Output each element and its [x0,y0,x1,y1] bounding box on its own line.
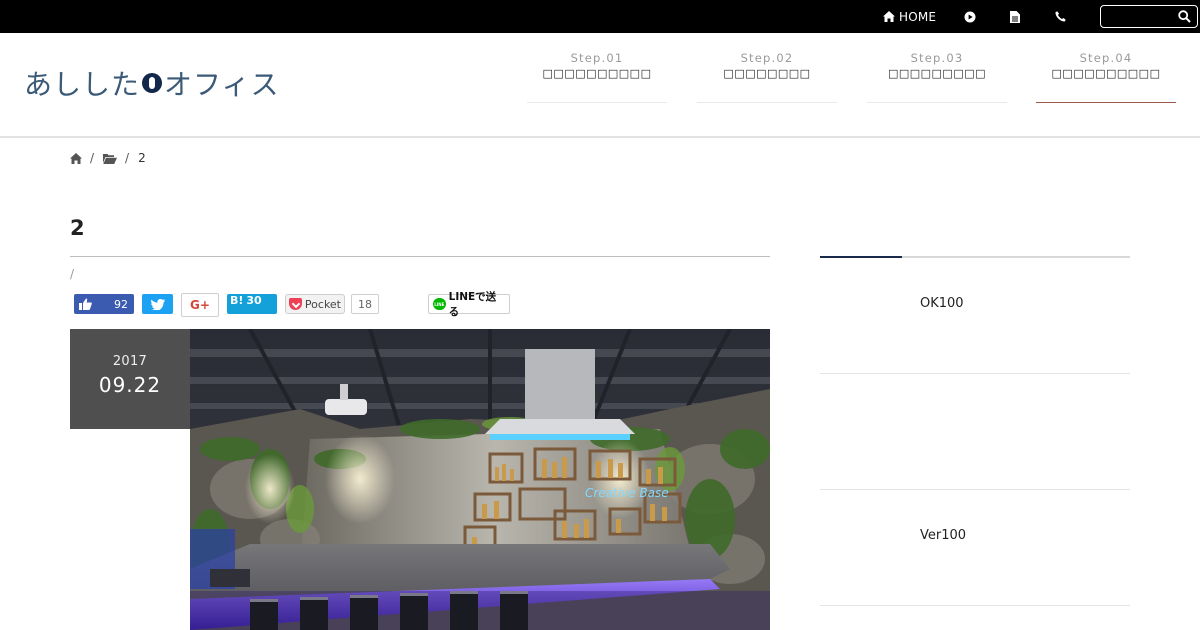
facebook-count: 92 [114,297,128,311]
home-icon [883,11,895,22]
nav-step-4[interactable]: Step.04 □□□□□□□□□□ [1036,51,1176,103]
neon-sign: Creative Base [585,486,669,500]
post-meta: / [70,267,75,281]
folder-open-icon[interactable] [103,153,118,164]
hatena-bookmark-button[interactable]: B! 30 [227,294,277,314]
home-link-label: HOME [899,9,937,24]
breadcrumb: / / 2 [70,150,146,166]
pocket-label: Pocket [304,297,341,311]
pocket-button[interactable]: Pocket [285,294,345,314]
facebook-like-button[interactable]: 92 [74,294,134,314]
nav-step-1[interactable]: Step.01 □□□□□□□□□□ [527,51,667,103]
line-share-button[interactable]: LINE LINEで送る [428,291,510,318]
step-label: □□□□□□□□□□ [1051,67,1161,80]
site-logo[interactable]: あしした オフィス [24,66,280,101]
sidebar-item-label: OK100 [920,296,964,311]
step-label: □□□□□□□□□ [887,67,987,80]
home-link[interactable]: HOME [883,0,936,33]
step-number: Step.04 [1079,51,1133,65]
breadcrumb-separator: / [90,151,95,165]
nav-step-3[interactable]: Step.03 □□□□□□□□□ [867,51,1007,103]
phone-link[interactable] [1055,0,1066,33]
document-link[interactable] [1010,0,1020,33]
sidebar-item[interactable]: OK100 [820,258,1130,374]
logo-mark [142,73,163,93]
twitter-bird-icon [150,298,165,310]
site-header: あしした オフィス Step.01 □□□□□□□□□□ Step.02 □□□… [0,33,1200,138]
sidebar-item[interactable] [820,374,1130,490]
post-title: 2 [70,216,85,240]
step-label: □□□□□□□□□□ [542,67,652,80]
step-number: Step.02 [740,51,794,65]
video-link[interactable] [964,0,976,33]
line-label: LINEで送る [448,291,497,318]
thumbs-up-icon [79,298,92,310]
step-label: □□□□□□□□ [723,67,811,80]
play-circle-icon [964,11,976,22]
twitter-share-button[interactable] [142,294,173,314]
search-icon[interactable] [1178,10,1191,23]
step-number: Step.03 [910,51,964,65]
bar-interior-photo: Creative Base [190,329,770,630]
google-plus-button[interactable]: G+ [181,293,219,317]
step-number: Step.01 [570,51,624,65]
logo-text-right: オフィス [164,68,280,101]
search-input[interactable] [1100,5,1198,28]
sidebar-item-label: Ver100 [920,528,967,543]
home-icon[interactable] [70,152,82,164]
title-divider [70,256,770,257]
pocket-icon [289,298,302,310]
logo-text-left: あしした [24,68,141,101]
hatena-count: 30 [246,294,262,307]
nav-step-2[interactable]: Step.02 □□□□□□□□ [697,51,837,103]
sidebar-item[interactable]: Ver100 [820,490,1130,606]
post-date: 2017 09.22 [70,329,190,429]
post-date-year: 2017 [112,354,148,369]
line-icon: LINE [433,298,446,310]
document-icon [1010,10,1020,23]
hatena-label: B! [230,294,244,307]
phone-icon [1055,11,1066,22]
breadcrumb-current: 2 [138,151,146,165]
google-plus-label: G+ [190,298,210,312]
breadcrumb-separator: / [125,151,130,165]
pocket-count: 18 [351,294,379,314]
post-date-month-day: 09.22 [98,373,162,397]
top-bar: HOME [0,0,1200,33]
post-featured-image: Creative Base [190,329,770,630]
